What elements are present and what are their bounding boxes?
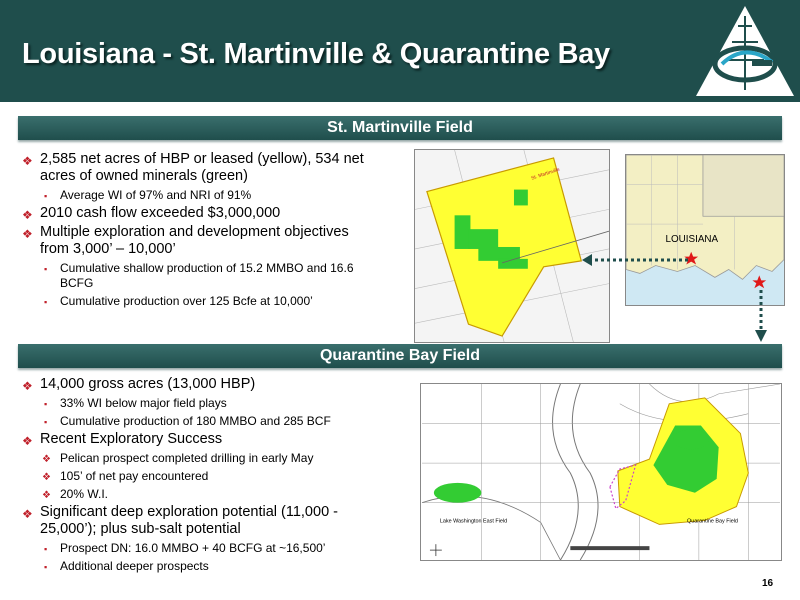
square-bullet-icon: ▪ xyxy=(44,544,48,554)
diamond-bullet-icon: ❖ xyxy=(22,434,33,448)
bullet-text: 2010 cash flow exceeded $3,000,000 xyxy=(40,205,281,221)
header-banner: Louisiana - St. Martinville & Quarantine… xyxy=(0,0,800,102)
diamond-bullet-icon: ❖ xyxy=(22,208,33,222)
bullet-item: ❖ Recent Exploratory Success xyxy=(22,431,374,448)
bullet-text: Cumulative production of 180 MMBO and 28… xyxy=(60,414,331,428)
section-title-st-martinville: St. Martinville Field xyxy=(18,116,782,140)
page-title: Louisiana - St. Martinville & Quarantine… xyxy=(22,38,610,70)
quarantine-bay-field-map: Lake Washington East Field Quarantine Ba… xyxy=(420,383,782,561)
bullet-text: Pelican prospect completed drilling in e… xyxy=(60,451,314,465)
bullet-text: 2,585 net acres of HBP or leased (yellow… xyxy=(40,151,364,184)
bullet-text: Prospect DN: 16.0 MMBO + 40 BCFG at ~16,… xyxy=(60,541,326,555)
bullet-text: Cumulative production over 125 Bcfe at 1… xyxy=(60,294,313,308)
diamond-bullet-icon: ❖ xyxy=(22,379,33,393)
sub-bullet-item: ▪ Prospect DN: 16.0 MMBO + 40 BCFG at ~16… xyxy=(22,541,374,556)
diamond-bullet-icon: ❖ xyxy=(42,454,51,465)
square-bullet-icon: ▪ xyxy=(44,562,48,572)
sub-bullet-item: ▪ Cumulative production over 125 Bcfe at … xyxy=(22,294,374,309)
bullet-item: ❖ Multiple exploration and development ob… xyxy=(22,224,374,258)
section-title-quarantine-bay: Quarantine Bay Field xyxy=(18,344,782,368)
square-bullet-icon: ▪ xyxy=(44,297,48,307)
sub-bullet-item: ▪ Cumulative shallow production of 15.2 M… xyxy=(22,261,374,291)
st-martinville-bullet-list: ❖ 2,585 net acres of HBP or leased (yello… xyxy=(22,149,374,309)
bullet-text: 14,000 gross acres (13,000 HBP) xyxy=(40,376,256,392)
arrow-down-icon xyxy=(755,330,767,342)
diamond-bullet-icon: ❖ xyxy=(42,472,51,483)
lake-washington-label: Lake Washington East Field xyxy=(440,518,507,524)
bullet-text: Additional deeper prospects xyxy=(60,559,209,573)
bullet-text: Cumulative shallow production of 15.2 MM… xyxy=(60,261,354,290)
square-bullet-icon: ▪ xyxy=(44,399,48,409)
square-bullet-icon: ▪ xyxy=(44,264,48,274)
page-number: 16 xyxy=(762,578,774,589)
arrow-left-icon xyxy=(582,254,592,266)
sub-bullet-item: ▪ 33% WI below major field plays xyxy=(22,396,374,411)
bullet-item: ❖ 2010 cash flow exceeded $3,000,000 xyxy=(22,205,374,222)
bullet-item: ❖ 14,000 gross acres (13,000 HBP) xyxy=(22,376,374,393)
bullet-item: ❖ 2,585 net acres of HBP or leased (yello… xyxy=(22,151,374,185)
square-bullet-icon: ▪ xyxy=(44,191,48,201)
diamond-bullet-icon: ❖ xyxy=(22,507,33,521)
bullet-text: 33% WI below major field plays xyxy=(60,396,227,410)
bullet-item: ❖ Significant deep exploration potential … xyxy=(22,504,374,538)
louisiana-label: LOUISIANA xyxy=(666,234,719,245)
diamond-bullet-icon: ❖ xyxy=(22,154,33,168)
connector-arrows xyxy=(582,254,767,342)
sub-bullet-item: ▪ Average WI of 97% and NRI of 91% xyxy=(22,188,374,203)
bullet-text: Multiple exploration and development obj… xyxy=(40,224,349,257)
bullet-text: Recent Exploratory Success xyxy=(40,431,223,447)
sub-bullet-item: ❖ 20% W.I. xyxy=(22,487,374,502)
square-bullet-icon: ▪ xyxy=(44,417,48,427)
quarantine-bay-label: Quarantine Bay Field xyxy=(687,518,738,524)
diamond-bullet-icon: ❖ xyxy=(22,227,33,241)
diamond-bullet-icon: ❖ xyxy=(42,490,51,501)
sub-bullet-item: ❖ Pelican prospect completed drilling in … xyxy=(22,451,374,466)
quarantine-bay-bullet-list: ❖ 14,000 gross acres (13,000 HBP) ▪ 33% WI … xyxy=(22,374,374,574)
company-logo-icon xyxy=(696,6,794,96)
bullet-text: 105’ of net pay encountered xyxy=(60,469,209,483)
bullet-text: Average WI of 97% and NRI of 91% xyxy=(60,188,252,202)
bullet-text: Significant deep exploration potential (… xyxy=(40,504,338,537)
bullet-text: 20% W.I. xyxy=(60,487,109,501)
sub-bullet-item: ❖ 105’ of net pay encountered xyxy=(22,469,374,484)
sub-bullet-item: ▪ Cumulative production of 180 MMBO and 2… xyxy=(22,414,374,429)
sub-bullet-item: ▪ Additional deeper prospects xyxy=(22,559,374,574)
